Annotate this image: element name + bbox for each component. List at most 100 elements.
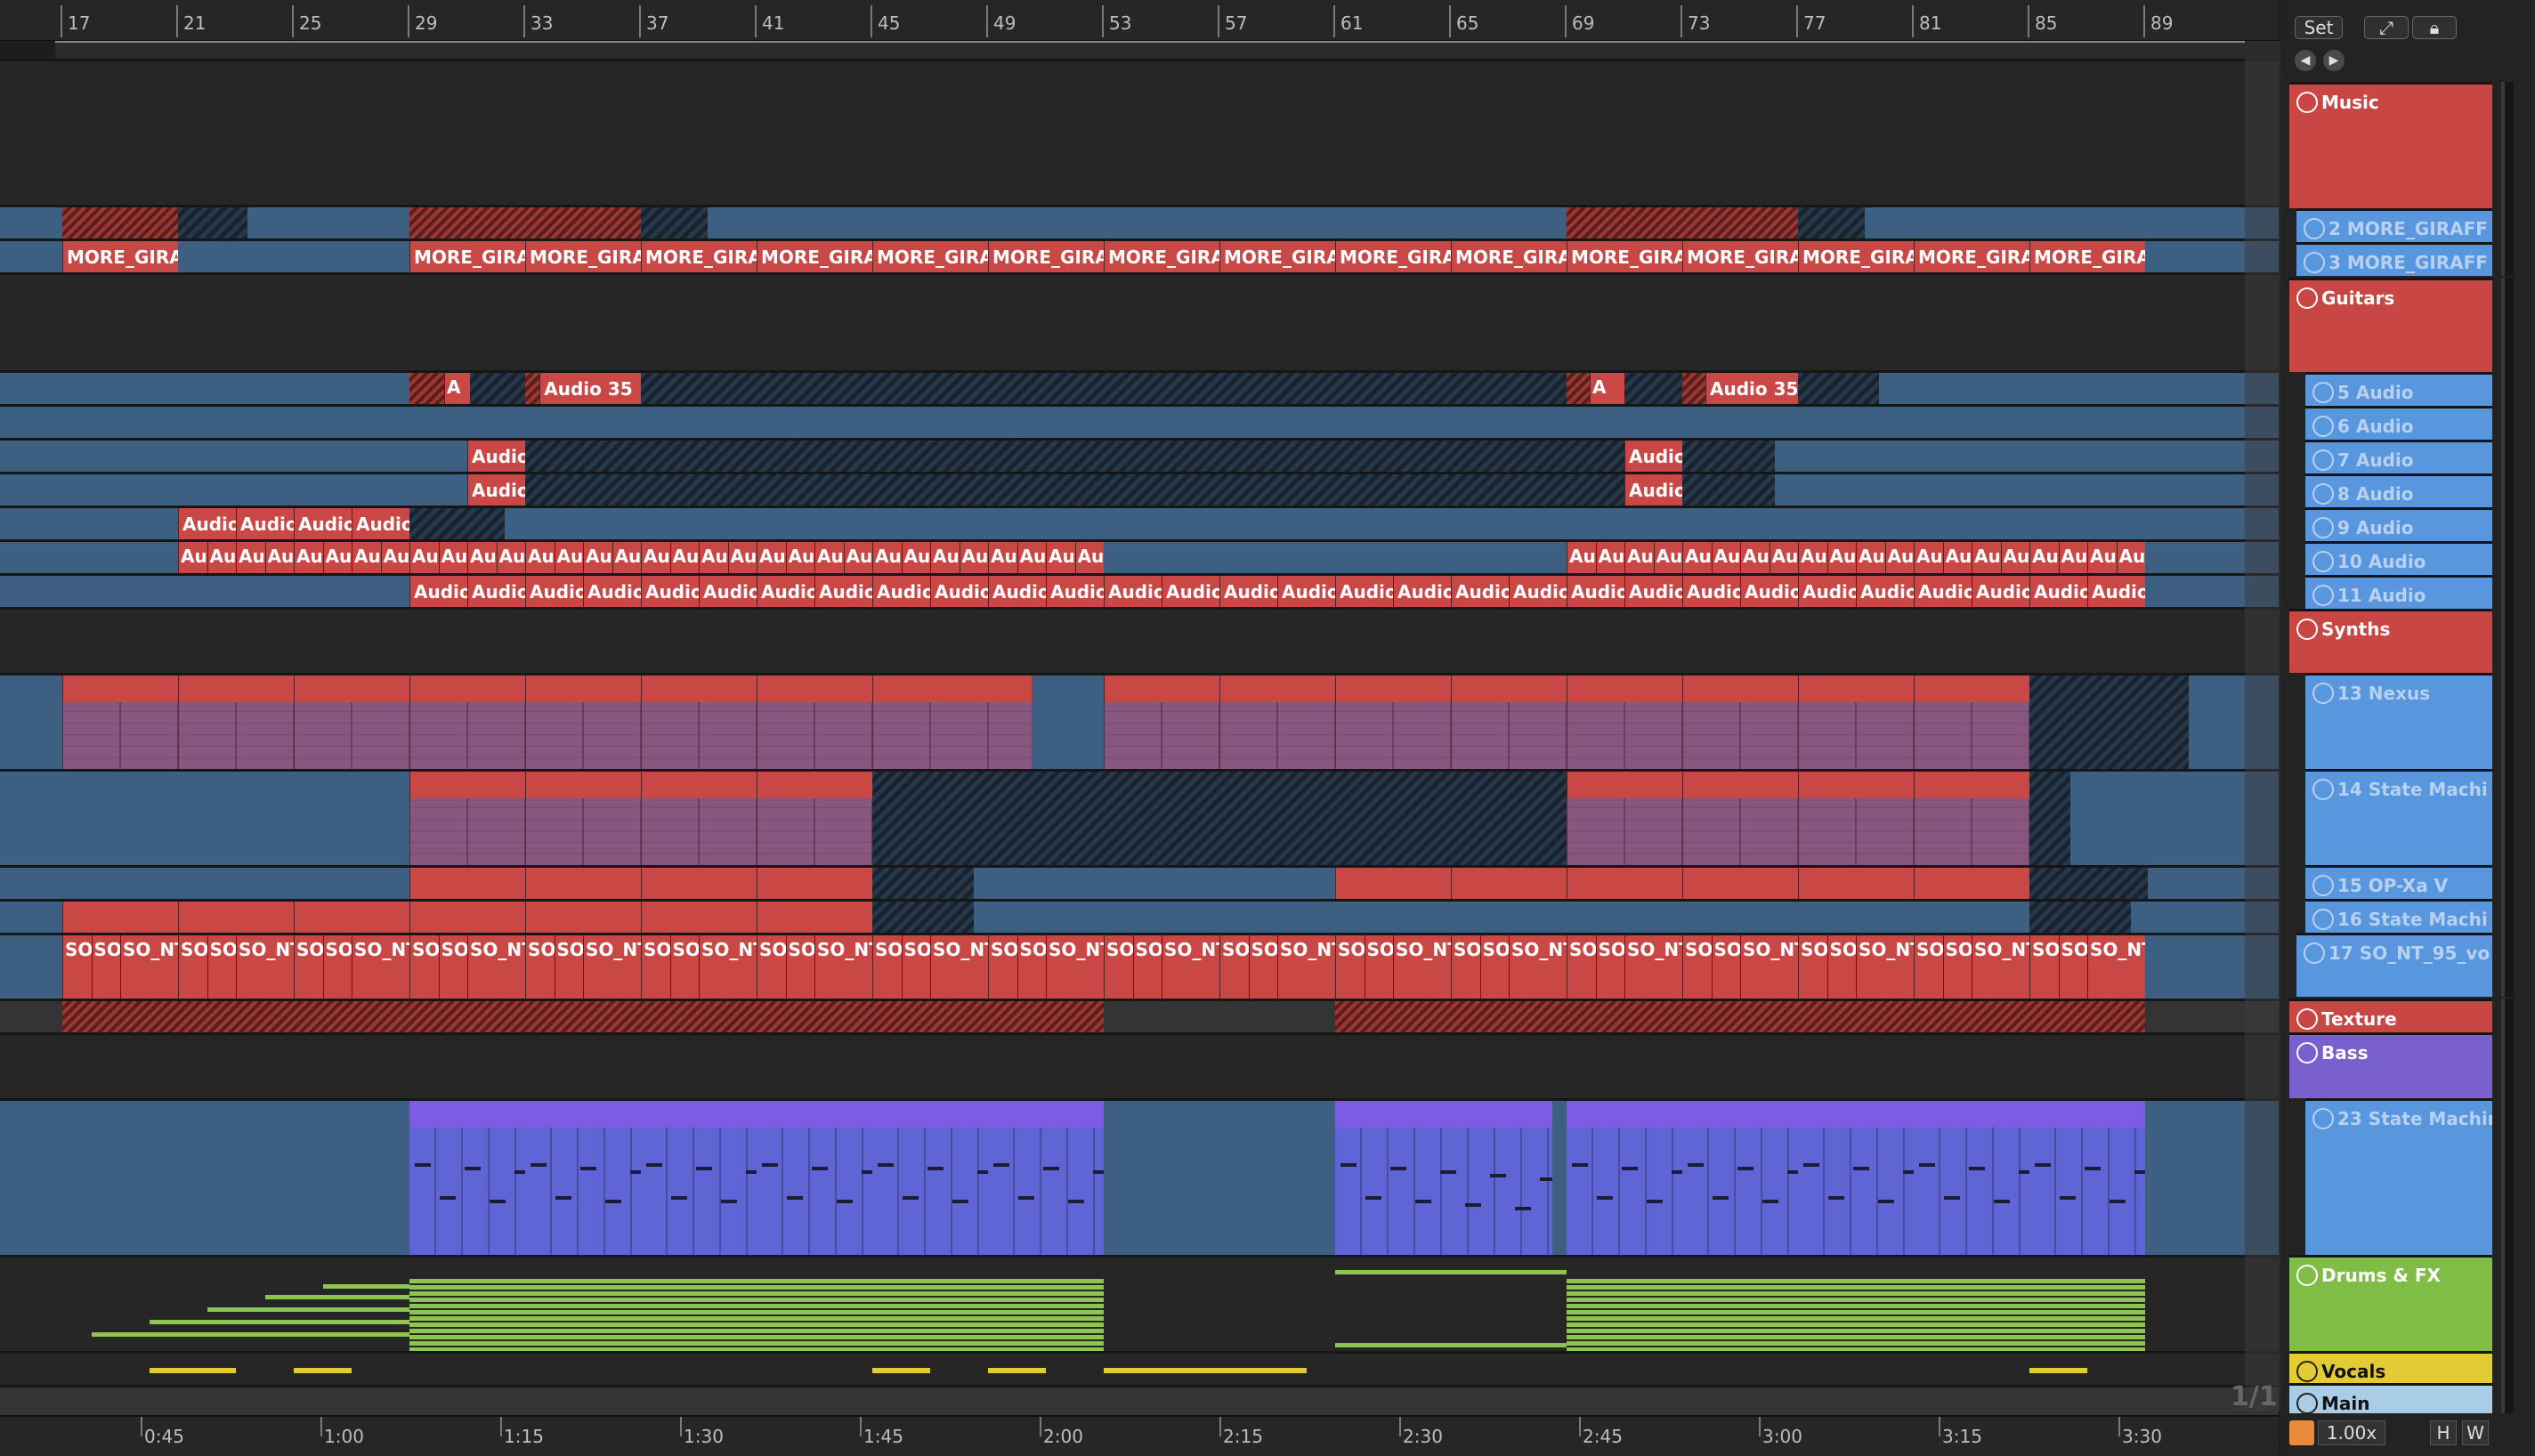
- midi-clip[interactable]: [1682, 772, 1798, 865]
- audio-clip[interactable]: Audio: [2087, 576, 2145, 607]
- midi-clip[interactable]: [525, 772, 641, 865]
- audio-clip[interactable]: SO: [1451, 935, 1480, 999]
- midi-clip[interactable]: [1798, 772, 1914, 865]
- audio-clip[interactable]: Au: [757, 542, 786, 573]
- audio-clip[interactable]: SO_NT: [814, 935, 872, 999]
- audio-clip[interactable]: [525, 902, 641, 933]
- audio-clip[interactable]: Audio: [294, 508, 352, 539]
- audio-clip[interactable]: Au: [554, 542, 583, 573]
- track-lane[interactable]: Audio Audio Audio Audio Audio Audio Audio Audio…: [0, 573, 2279, 607]
- track-header-t15[interactable]: 15 OP-Xa V: [2305, 865, 2492, 899]
- audio-clip[interactable]: Audio: [641, 576, 699, 607]
- audio-clip[interactable]: Au: [669, 542, 699, 573]
- expand-button[interactable]: ⤢: [2364, 16, 2409, 39]
- midi-clip[interactable]: [1914, 772, 2029, 865]
- audio-clip[interactable]: Au: [1826, 542, 1856, 573]
- audio-clip[interactable]: SO: [1942, 935, 1972, 999]
- audio-clip[interactable]: SO: [1364, 935, 1393, 999]
- track-fold-icon[interactable]: [2296, 1008, 2318, 1030]
- audio-clip[interactable]: Audio: [757, 576, 814, 607]
- midi-clip[interactable]: [409, 772, 525, 865]
- audio-clip[interactable]: Au: [611, 542, 641, 573]
- audio-clip[interactable]: Audio: [467, 576, 525, 607]
- audio-clip[interactable]: SO: [2058, 935, 2087, 999]
- audio-clip[interactable]: Audio: [988, 576, 1046, 607]
- audio-clip[interactable]: Audio: [1798, 576, 1856, 607]
- audio-clip[interactable]: Au: [872, 542, 902, 573]
- audio-clip[interactable]: Au: [1624, 542, 1654, 573]
- bass-midi-clip[interactable]: [641, 1101, 757, 1255]
- audio-clip[interactable]: Audio: [236, 508, 294, 539]
- audio-clip[interactable]: Au: [1595, 542, 1624, 573]
- vocal-clip[interactable]: [149, 1368, 178, 1373]
- audio-clip[interactable]: Au: [1046, 542, 1075, 573]
- audio-clip[interactable]: MORE_GIRAF: [1104, 241, 1219, 272]
- track-lane[interactable]: [0, 205, 2279, 239]
- track-lane[interactable]: Au Au Au Au Au Au Au Au Au Au Au Au Au Au Au Au Au Au Au Au…: [0, 539, 2279, 573]
- audio-clip[interactable]: Au: [930, 542, 960, 573]
- audio-clip[interactable]: Audio: [1451, 576, 1509, 607]
- audio-clip[interactable]: SO_NT: [236, 935, 294, 999]
- audio-clip[interactable]: SO: [1132, 935, 1162, 999]
- audio-clip[interactable]: MORE_GIRAF: [872, 241, 988, 272]
- audio-clip[interactable]: [409, 902, 525, 933]
- audio-clip[interactable]: SO: [1104, 935, 1133, 999]
- track-lane[interactable]: [0, 865, 2279, 899]
- audio-clip[interactable]: SO: [669, 935, 699, 999]
- track-lane[interactable]: [0, 59, 2279, 205]
- audio-clip[interactable]: SO: [409, 935, 439, 999]
- audio-clip[interactable]: Au: [1711, 542, 1740, 573]
- track-lane[interactable]: MORE_GIRAFMORE_GIRAFMORE_GIRAFMORE_GIRAF…: [0, 239, 2279, 272]
- audio-clip[interactable]: Au: [1682, 542, 1712, 573]
- audio-clip[interactable]: [525, 868, 641, 899]
- audio-clip[interactable]: SO_NT: [1624, 935, 1682, 999]
- track-fold-icon[interactable]: [2296, 1393, 2318, 1413]
- midi-clip[interactable]: [62, 675, 178, 769]
- audio-clip[interactable]: MORE_GIRAF: [62, 241, 178, 272]
- audio-clip[interactable]: SO_NT: [699, 935, 757, 999]
- audio-clip[interactable]: Au: [1884, 542, 1914, 573]
- audio-clip[interactable]: SO: [1219, 935, 1249, 999]
- track-lane[interactable]: Audio Audio Audio Audio: [0, 506, 2279, 539]
- audio-clip[interactable]: MORE_GIRAF: [1451, 241, 1567, 272]
- audio-clip[interactable]: Au: [1016, 542, 1046, 573]
- audio-clip[interactable]: Audio: [1624, 576, 1682, 607]
- audio-clip[interactable]: Audio: [699, 576, 757, 607]
- audio-clip[interactable]: [1798, 868, 1914, 899]
- audio-clip[interactable]: Au: [496, 542, 525, 573]
- track-fold-icon[interactable]: [2304, 942, 2325, 964]
- audio-clip[interactable]: Au: [2087, 542, 2117, 573]
- audio-clip[interactable]: Audio: [1856, 576, 1914, 607]
- beat-ruler[interactable]: 17 21 25 29 33 37 41 45 49 53 57 61 65 69 73 77 81 85 89: [0, 0, 2279, 41]
- audio-clip[interactable]: SO_NT: [1393, 935, 1451, 999]
- track-header-t2[interactable]: 2 MORE_GIRAFF: [2296, 208, 2492, 242]
- track-fold-icon[interactable]: [2312, 909, 2334, 930]
- audio-clip[interactable]: Au: [264, 542, 294, 573]
- track-header-synths[interactable]: Synths: [2289, 609, 2492, 673]
- audio-clip[interactable]: SO_NT: [467, 935, 525, 999]
- midi-clip[interactable]: [641, 772, 757, 865]
- audio-clip[interactable]: Audio: [1914, 576, 1972, 607]
- track-fold-icon[interactable]: [2312, 517, 2334, 538]
- track-header-t7[interactable]: 7 Audio: [2305, 440, 2492, 473]
- audio-clip[interactable]: SO: [62, 935, 92, 999]
- bass-midi-clip[interactable]: [2029, 1101, 2145, 1255]
- bass-midi-clip[interactable]: [872, 1101, 988, 1255]
- audio-clip[interactable]: SO: [207, 935, 236, 999]
- midi-clip[interactable]: [1798, 675, 1914, 769]
- audio-clip[interactable]: Au: [438, 542, 467, 573]
- audio-clip[interactable]: SO: [438, 935, 467, 999]
- track-header-t6[interactable]: 6 Audio: [2305, 406, 2492, 440]
- audio-clip[interactable]: SO_NT: [352, 935, 409, 999]
- audio-clip[interactable]: SO_NT: [1509, 935, 1567, 999]
- audio-clip[interactable]: Audio: [1162, 576, 1219, 607]
- midi-clip[interactable]: [757, 675, 872, 769]
- track-lane[interactable]: [0, 607, 2279, 673]
- track-header-guitars[interactable]: Guitars: [2289, 278, 2492, 372]
- audio-clip[interactable]: MORE_GIRAF: [757, 241, 872, 272]
- cpu-icon[interactable]: [2289, 1420, 2314, 1445]
- audio-clip[interactable]: SO: [322, 935, 352, 999]
- audio-clip[interactable]: Au: [1856, 542, 1885, 573]
- track-header-drums[interactable]: Drums & FX: [2289, 1255, 2492, 1351]
- audio-clip[interactable]: Au: [294, 542, 323, 573]
